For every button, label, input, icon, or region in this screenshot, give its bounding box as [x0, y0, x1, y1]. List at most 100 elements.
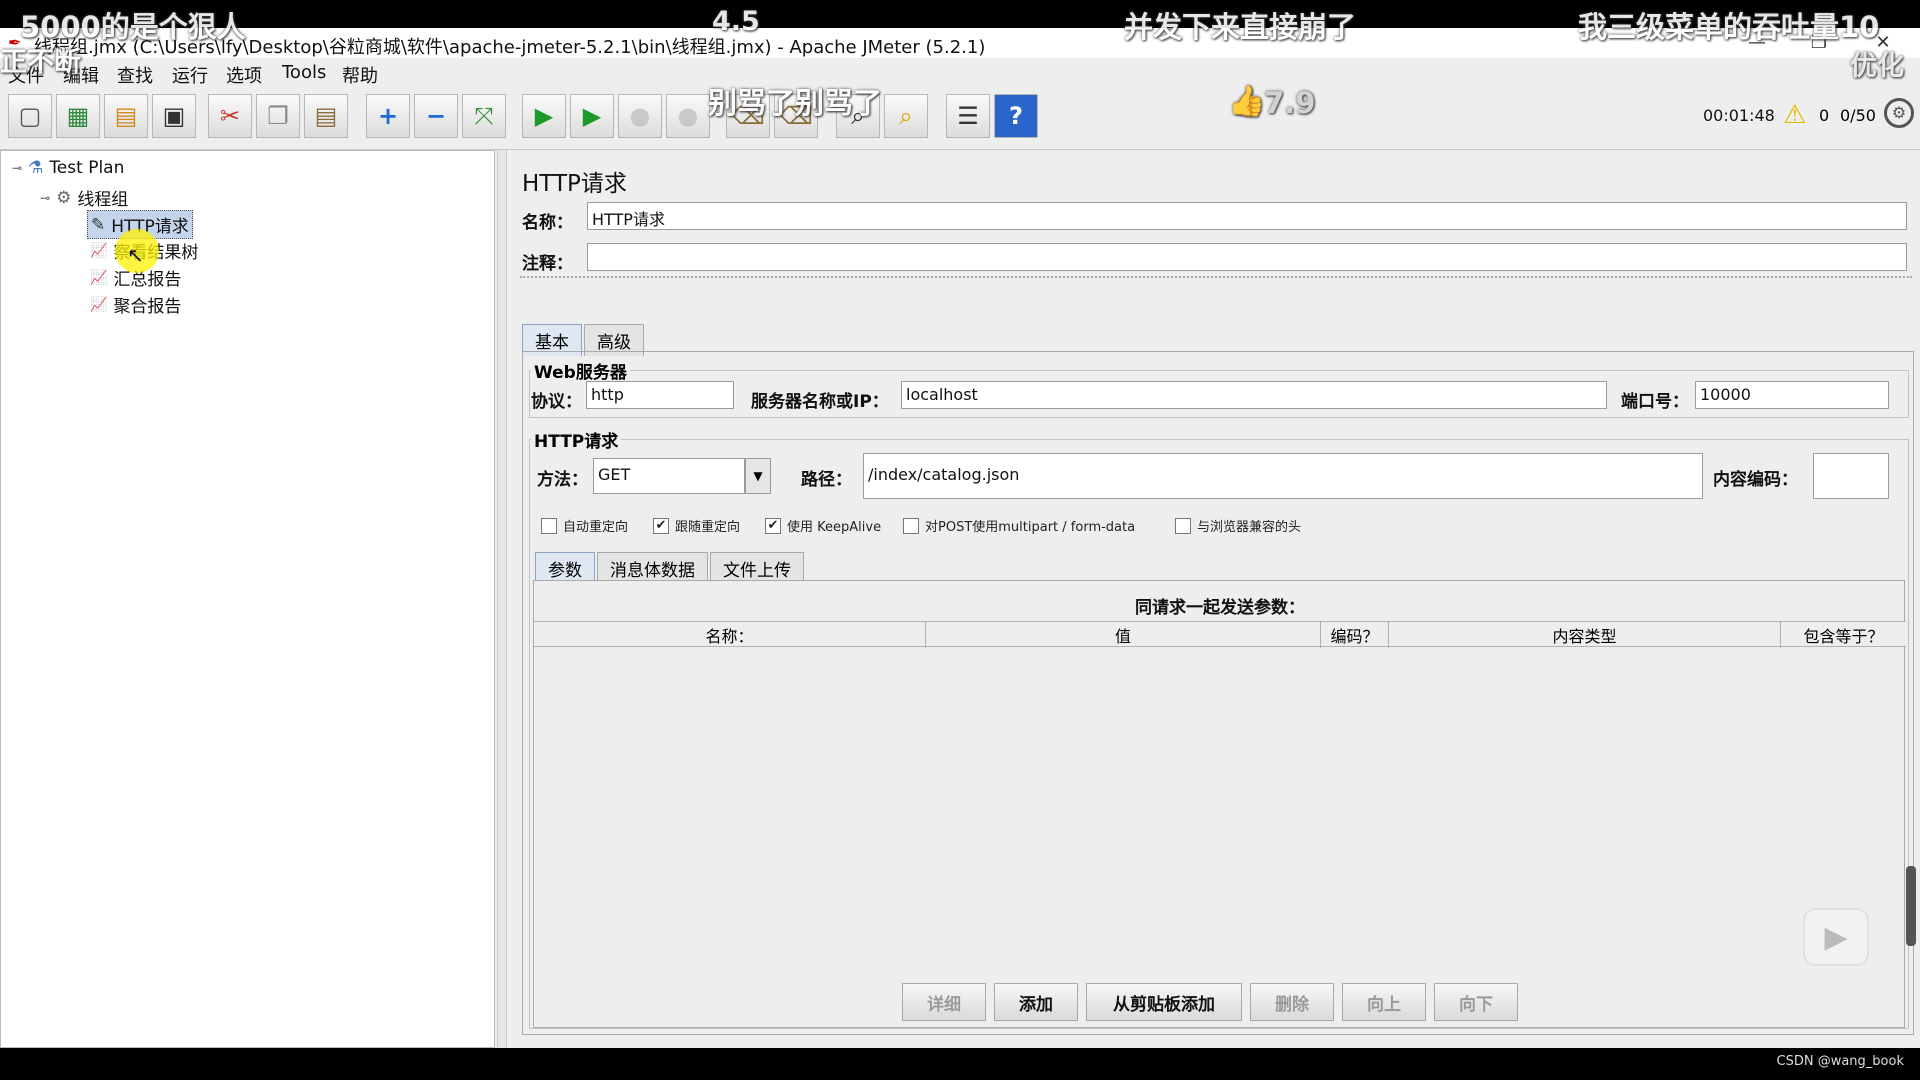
open-icon[interactable]: ▤ [104, 94, 148, 138]
menu-tools[interactable]: Tools [282, 62, 326, 83]
video-bottom-bar: CSDN @wang_book [0, 1048, 1920, 1080]
tree-node-label: 聚合报告 [113, 297, 182, 317]
checkbox-browser-headers[interactable]: 与浏览器兼容的头 [1175, 516, 1301, 535]
button-row: 详细 添加 从剪贴板添加 删除 向上 向下 [534, 983, 1906, 1023]
reset-search-icon[interactable]: ⌕ [884, 94, 928, 138]
comment-field[interactable] [587, 243, 1907, 271]
menu-search[interactable]: 查找 [117, 62, 153, 88]
protocol-field[interactable]: http [586, 381, 734, 409]
move-down-button[interactable]: 向下 [1434, 983, 1518, 1021]
checkbox-multipart[interactable]: 对POST使用multipart / form-data [903, 516, 1135, 535]
save-icon[interactable]: ▣ [152, 94, 196, 138]
column-header-value[interactable]: 值 [926, 622, 1321, 648]
menu-options[interactable]: 选项 [226, 62, 262, 88]
danmaku-text: 正不断 [0, 47, 81, 78]
detail-button[interactable]: 详细 [902, 983, 986, 1021]
move-up-button[interactable]: 向上 [1342, 983, 1426, 1021]
checkbox-label: 使用 KeepAlive [787, 520, 882, 535]
path-field[interactable]: /index/catalog.json [863, 453, 1703, 499]
name-field[interactable]: HTTP请求 [587, 202, 1907, 230]
warning-count: 0 [1819, 106, 1830, 125]
test-plan-tree: ⊸ ⚗ Test Plan ⊸ ⚙ 线程组 ✎ HTTP请求 📈 察看结果树 📈… [0, 150, 495, 1048]
elapsed-timer: 00:01:48 [1703, 106, 1775, 125]
column-header-content-type[interactable]: 内容类型 [1389, 622, 1781, 648]
start-icon[interactable]: ▶ [522, 94, 566, 138]
checkmark-icon[interactable]: ✔ [653, 517, 669, 534]
split-pane-divider[interactable] [497, 150, 507, 1048]
http-request-title: HTTP请求 [531, 427, 622, 452]
column-header-include-equals[interactable]: 包含等于？ [1781, 622, 1906, 648]
web-server-title: Web服务器 [531, 358, 630, 383]
expand-icon[interactable]: + [366, 94, 410, 138]
parameters-pane: 同请求一起发送参数： 名称： 值 编码？ 内容类型 包含等于？ 详细 添加 从剪… [533, 580, 1906, 1028]
copy-icon[interactable]: ❐ [256, 94, 300, 138]
delete-button[interactable]: 删除 [1250, 983, 1334, 1021]
screen: 5000的是个狠人 4.5 并发下来直接崩了 我三级菜单的吞吐量10 别骂了别骂… [0, 0, 1920, 1080]
tree-node-test-plan[interactable]: ⊸ ⚗ Test Plan [9, 157, 127, 179]
page-title: HTTP请求 [522, 171, 627, 197]
checkbox-box[interactable] [1175, 517, 1191, 534]
checkbox-label: 跟随重定向 [675, 520, 741, 535]
function-helper-icon[interactable]: ☰ [946, 94, 990, 138]
summary-report-icon: 📈 [90, 269, 108, 286]
method-select[interactable]: GET [593, 458, 745, 494]
scrollbar-handle[interactable] [1906, 866, 1916, 946]
start-no-pause-icon[interactable]: ▶ [570, 94, 614, 138]
checkmark-icon[interactable]: ✔ [765, 517, 781, 534]
new-icon[interactable]: ▢ [8, 94, 52, 138]
toolbar: ▢ ▦ ▤ ▣ ✂ ❐ ▤ + − ⤧ ▶ ▶ ● ● ⌫ ⌫ ⌕ ⌕ ☰ ? … [0, 86, 1920, 150]
server-field[interactable]: localhost [901, 381, 1607, 409]
add-from-clipboard-button[interactable]: 从剪贴板添加 [1086, 983, 1242, 1021]
aggregate-report-icon: 📈 [90, 296, 108, 313]
csdn-watermark: CSDN @wang_book [1776, 1054, 1904, 1069]
danmaku-text: 7.9 [1264, 86, 1316, 120]
mouse-cursor-icon: ↖ [127, 243, 144, 267]
port-field[interactable]: 10000 [1695, 381, 1889, 409]
stop-icon[interactable]: ● [618, 94, 662, 138]
test-plan-icon: ⚗ [28, 158, 44, 178]
table-header: 名称： 值 编码？ 内容类型 包含等于？ [534, 621, 1906, 648]
thumbs-up-icon: 👍 [1228, 84, 1266, 119]
checkbox-box[interactable] [541, 517, 557, 534]
cut-icon[interactable]: ✂ [208, 94, 252, 138]
danmaku-text: 优化 [1850, 51, 1904, 82]
chevron-down-icon[interactable]: ▼ [745, 458, 771, 494]
menu-run[interactable]: 运行 [172, 62, 208, 88]
path-label: 路径： [801, 470, 852, 490]
tree-toggle-icon[interactable]: ⊸ [12, 161, 22, 175]
warning-icon[interactable]: ⚠ [1783, 100, 1806, 130]
column-header-encode[interactable]: 编码？ [1321, 622, 1389, 648]
help-icon[interactable]: ? [994, 94, 1038, 138]
comment-label: 注释： [522, 254, 573, 274]
add-button[interactable]: 添加 [994, 983, 1078, 1021]
checkbox-label: 自动重定向 [563, 520, 629, 535]
tree-toggle-icon[interactable]: ⊸ [40, 191, 50, 205]
checkbox-label: 与浏览器兼容的头 [1197, 520, 1302, 535]
paste-icon[interactable]: ▤ [304, 94, 348, 138]
results-tree-icon: 📈 [90, 242, 108, 259]
checkbox-keepalive[interactable]: ✔ 使用 KeepAlive [765, 516, 881, 535]
tree-node-thread-group[interactable]: ⊸ ⚙ 线程组 [37, 184, 131, 211]
encoding-field[interactable] [1813, 453, 1889, 499]
parameters-table-body[interactable] [534, 648, 1906, 978]
video-play-icon[interactable]: ▶ [1803, 908, 1869, 966]
shutdown-icon[interactable]: ● [666, 94, 710, 138]
tab-content: Web服务器 协议： http 服务器名称或IP： localhost 端口号：… [522, 351, 1914, 1035]
column-header-name[interactable]: 名称： [534, 622, 926, 648]
name-label: 名称： [522, 213, 573, 233]
danmaku-text: 别骂了别骂了 [708, 86, 883, 120]
pencil-icon: ✎ [91, 214, 106, 235]
menu-help[interactable]: 帮助 [342, 62, 378, 88]
checkbox-label: 对POST使用multipart / form-data [925, 520, 1136, 535]
checkbox-auto-redirect[interactable]: 自动重定向 [541, 516, 628, 535]
toggle-icon[interactable]: ⤧ [462, 94, 506, 138]
tree-node-aggregate-report[interactable]: 📈 聚合报告 [87, 291, 184, 318]
checkbox-follow-redirects[interactable]: ✔ 跟随重定向 [653, 516, 740, 535]
thread-group-icon: ⚙ [56, 187, 72, 208]
collapse-icon[interactable]: − [414, 94, 458, 138]
parameters-title: 同请求一起发送参数： [1135, 598, 1305, 618]
remote-status-icon: ⚙ [1884, 98, 1914, 128]
checkbox-box[interactable] [903, 517, 919, 534]
divider [520, 276, 1912, 278]
templates-icon[interactable]: ▦ [56, 94, 100, 138]
